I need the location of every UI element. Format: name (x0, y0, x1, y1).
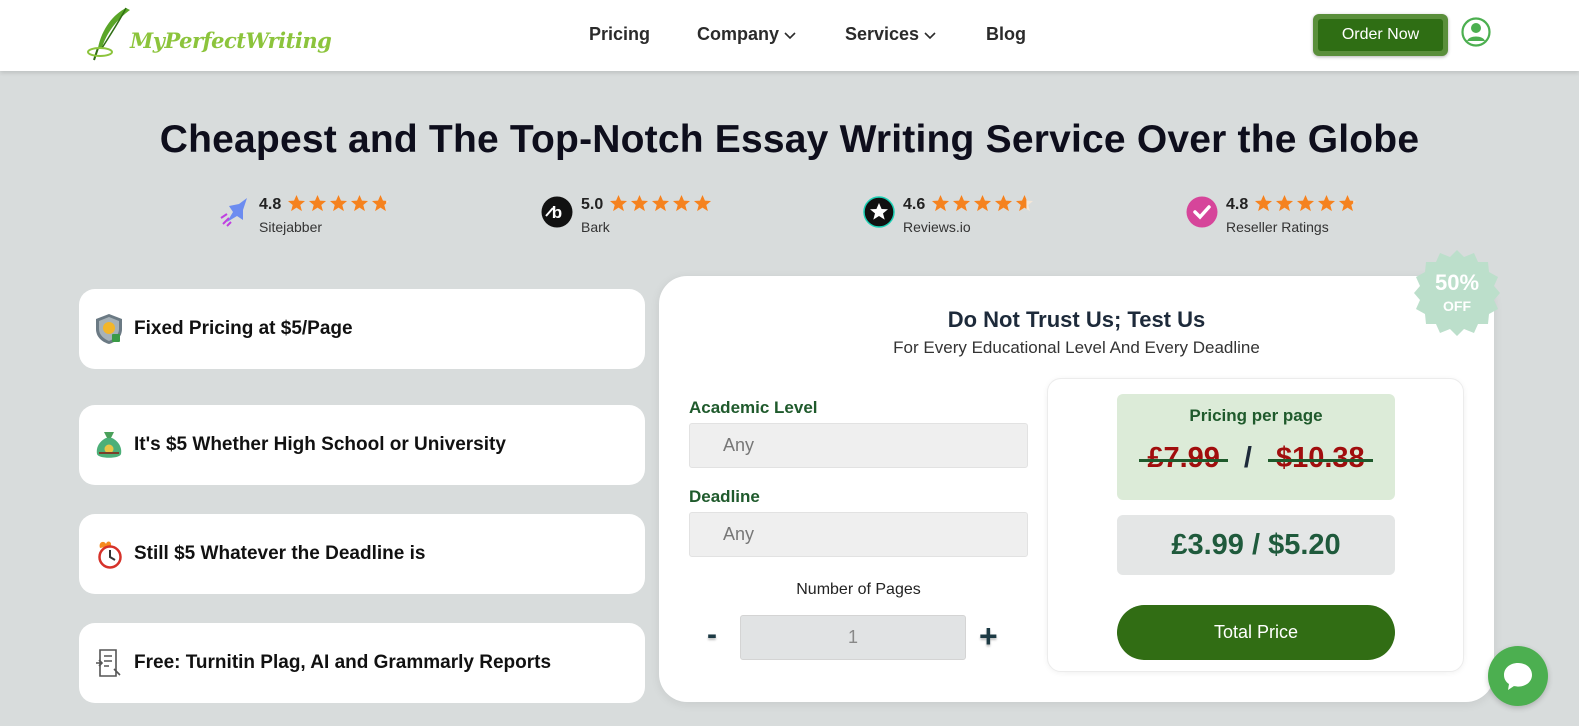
star-icon (1015, 194, 1034, 212)
rating-sitejabber[interactable]: 4.8 Sitejabber (219, 194, 399, 235)
star-icon (693, 194, 712, 212)
star-icon (1275, 194, 1294, 212)
money-bag-icon (96, 432, 122, 458)
old-price-gbp: £7.99 (1139, 442, 1228, 475)
logo-text: MyPerfectWriting (130, 28, 332, 53)
deadline-value: Any (723, 524, 755, 544)
feature-card: Still $5 Whatever the Deadline is (79, 514, 645, 594)
badge-percent: 50% (1435, 270, 1479, 295)
rating-score: 4.8 (1226, 196, 1249, 213)
report-icon (96, 649, 121, 677)
star-icon (672, 194, 691, 212)
nav-blog[interactable]: Blog (986, 24, 1026, 45)
star-icon (1296, 194, 1315, 212)
star-icon (287, 194, 306, 212)
feature-card: Fixed Pricing at $5/Page (79, 289, 645, 369)
star-rating (287, 194, 390, 213)
sitejabber-icon (220, 198, 247, 227)
bark-icon: b (541, 196, 573, 228)
star-icon (994, 194, 1013, 212)
nav-services[interactable]: Services (845, 24, 937, 45)
quill-logo-icon (87, 7, 130, 61)
order-now-label: Order Now (1318, 19, 1443, 51)
star-icon (1254, 194, 1273, 212)
nav-blog-label: Blog (986, 24, 1026, 44)
academic-level-select[interactable]: Any (689, 423, 1028, 468)
nav-company[interactable]: Company (697, 24, 797, 45)
star-icon (350, 194, 369, 212)
increase-pages-button[interactable]: + (979, 620, 998, 652)
star-icon (329, 194, 348, 212)
total-price-button[interactable]: Total Price (1117, 605, 1395, 660)
chevron-down-icon (784, 31, 796, 39)
calculator-subtitle: For Every Educational Level And Every De… (893, 338, 1260, 357)
rating-reseller-ratings[interactable]: 4.8 Reseller Ratings (1186, 194, 1366, 235)
rating-score: 4.8 (259, 196, 282, 213)
decrease-pages-button[interactable]: - (707, 620, 717, 650)
feature-card: Free: Turnitin Plag, AI and Grammarly Re… (79, 623, 645, 703)
star-rating (931, 194, 1034, 213)
star-icon (630, 194, 649, 212)
star-icon (371, 194, 390, 212)
rating-bark[interactable]: b 5.0 Bark (541, 194, 721, 235)
svg-text:b: b (552, 203, 562, 222)
calculator-title: Do Not Trust Us; Test Us (947, 307, 1206, 332)
rating-site-name: Reseller Ratings (1226, 219, 1329, 235)
order-now-button[interactable]: Order Now (1313, 14, 1448, 56)
pages-label: Number of Pages (796, 581, 921, 598)
pages-input[interactable]: 1 (740, 615, 966, 660)
rating-site-name: Bark (581, 219, 610, 235)
academic-level-value: Any (723, 435, 755, 455)
rating-score: 4.6 (903, 196, 926, 213)
chat-bubble-icon (1504, 663, 1532, 690)
star-icon (651, 194, 670, 212)
nav-pricing[interactable]: Pricing (589, 24, 650, 45)
reseller-ratings-icon (1186, 196, 1218, 228)
site-header: MyPerfectWriting Pricing Company Service… (0, 0, 1579, 71)
nav-company-label: Company (697, 24, 780, 44)
star-icon (1317, 194, 1336, 212)
deadline-label: Deadline (689, 487, 760, 506)
feature-text: Fixed Pricing at $5/Page (134, 318, 353, 339)
feature-text: It's $5 Whether High School or Universit… (134, 434, 506, 455)
discounted-price: £3.99 / $5.20 (1117, 515, 1395, 575)
price-summary-card: Pricing per page £7.99 / $10.38 £3.99 / … (1047, 378, 1464, 672)
old-price-row: £7.99 / $10.38 (1117, 442, 1395, 475)
old-price-usd: $10.38 (1267, 442, 1373, 475)
star-icon (952, 194, 971, 212)
star-icon (609, 194, 628, 212)
price-separator: / (1243, 442, 1252, 474)
star-icon (308, 194, 327, 212)
chevron-down-icon (924, 31, 936, 39)
academic-level-label: Academic Level (689, 398, 818, 417)
feature-card: It's $5 Whether High School or Universit… (79, 405, 645, 485)
star-rating (1254, 194, 1357, 213)
pricing-per-page-label: Pricing per page (1189, 406, 1323, 425)
star-icon (973, 194, 992, 212)
hero-title: Cheapest and The Top-Notch Essay Writing… (159, 118, 1420, 161)
user-account-icon[interactable] (1461, 17, 1491, 47)
star-icon (1338, 194, 1357, 212)
nav-services-label: Services (845, 24, 920, 44)
discount-badge: 50% OFF (1414, 250, 1500, 336)
deadline-select[interactable]: Any (689, 512, 1028, 557)
rating-reviews-io[interactable]: 4.6 Reviews.io (863, 194, 1043, 235)
rating-site-name: Sitejabber (259, 219, 323, 235)
nav-pricing-label: Pricing (589, 24, 651, 44)
feature-text: Free: Turnitin Plag, AI and Grammarly Re… (134, 652, 552, 673)
price-calculator: Do Not Trust Us; Test Us For Every Educa… (659, 276, 1494, 702)
reviews-io-icon (863, 196, 895, 228)
rating-score: 5.0 (581, 196, 604, 213)
star-rating (609, 194, 712, 213)
badge-off: OFF (1443, 298, 1471, 314)
chat-button[interactable] (1488, 646, 1548, 706)
feature-text: Still $5 Whatever the Deadline is (134, 543, 426, 564)
old-price-box: Pricing per page £7.99 / $10.38 (1117, 394, 1395, 500)
site-logo[interactable]: MyPerfectWriting (86, 6, 332, 64)
star-icon (931, 194, 950, 212)
price-shield-icon (96, 314, 122, 344)
rating-site-name: Reviews.io (903, 219, 971, 235)
deadline-clock-icon (98, 541, 122, 569)
